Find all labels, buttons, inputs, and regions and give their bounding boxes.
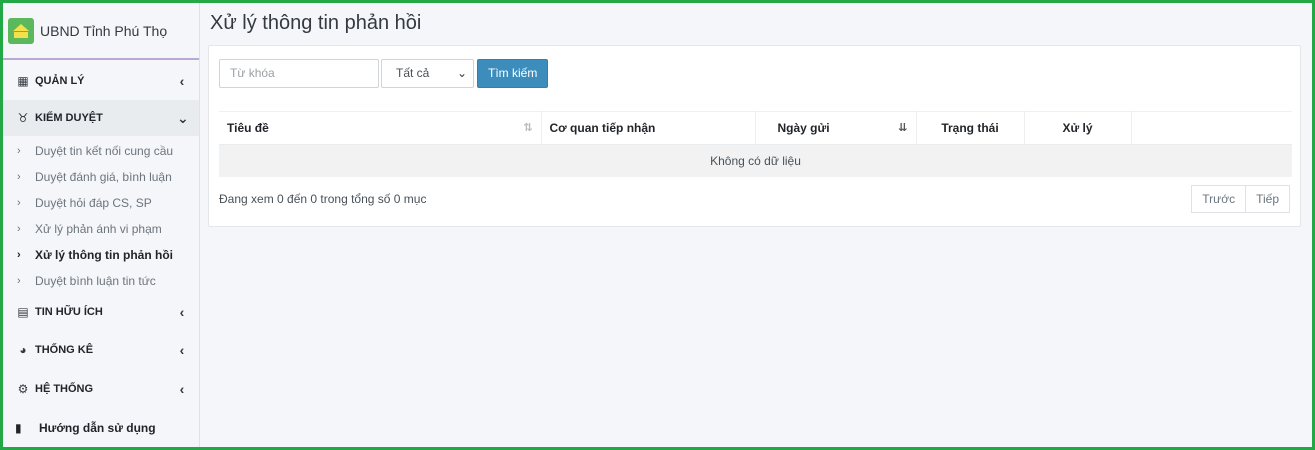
sidebar-section-thong-ke[interactable]: ◕ THỐNG KÊ ‹ [3,330,199,370]
chevron-left-icon: ‹ [179,381,185,397]
newspaper-icon: ▤ [17,305,29,319]
column-header-label: Trạng thái [941,121,999,135]
chevron-right-icon: › [17,223,21,235]
sidebar-item-xu-ly-phan-anh[interactable]: › Xử lý phản ánh vi phạm [3,216,199,242]
sidebar-section-label: HỆ THỐNG [35,383,94,395]
sidebar-section-label: QUẢN LÝ [35,75,85,87]
table-header-row: Tiêu đề ⇅ Cơ quan tiếp nhận Ngày gửi ⇊ T… [219,111,1292,145]
search-button[interactable]: Tìm kiếm [477,58,549,88]
sidebar-item-duyet-hoi-dap[interactable]: › Duyệt hỏi đáp CS, SP [3,190,199,216]
sidebar-item-duyet-binh-luan-tin-tuc[interactable]: › Duyệt bình luận tin tức [3,268,199,294]
pagination-info: Đang xem 0 đến 0 trong tổng số 0 mục [219,191,427,206]
sidebar-item-xu-ly-thong-tin-phan-hoi[interactable]: › Xử lý thông tin phản hồi [3,242,199,268]
chevron-left-icon: ‹ [179,73,185,89]
chevron-right-icon: › [17,249,21,261]
main-content: Xử lý thông tin phản hồi Tất cả ⌄ Tìm ki… [200,3,1312,447]
chevron-left-icon: ‹ [179,342,185,358]
column-header-trang-thai[interactable]: Trạng thái [916,111,1025,145]
sort-desc-icon: ⇊ [898,122,908,134]
chevron-right-icon: › [17,171,21,183]
chevron-left-icon: ‹ [179,304,185,320]
column-header-label: Xử lý [1062,121,1093,135]
sidebar: UBND Tỉnh Phú Thọ ▦ QUẢN LÝ ‹ ♉ KIỂM DUY… [3,3,200,447]
sidebar-item-label: Duyệt tin kết nối cung cầu [35,144,174,158]
sidebar-item-label: Xử lý thông tin phản hồi [35,248,174,262]
chevron-right-icon: › [17,197,21,209]
sidebar-item-label: Duyệt bình luận tin tức [35,274,156,288]
sidebar-item-label: Xử lý phản ánh vi phạm [35,222,162,236]
table-footer: Đang xem 0 đến 0 trong tổng số 0 mục Trư… [219,184,1290,213]
data-table: Tiêu đề ⇅ Cơ quan tiếp nhận Ngày gửi ⇊ T… [219,111,1292,177]
sidebar-section-label: KIỂM DUYỆT [35,112,103,124]
column-header-tieu-de[interactable]: Tiêu đề ⇅ [219,111,542,145]
book-icon: ▦ [17,74,29,88]
pagination: Trước Tiếp [1191,184,1290,213]
column-header-ngay-gui[interactable]: Ngày gửi ⇊ [755,111,917,145]
kiem-duyet-submenu: › Duyệt tin kết nối cung cầu › Duyệt đán… [3,136,199,294]
filter-bar: Tất cả ⌄ Tìm kiếm [219,58,1290,88]
sidebar-section-tin-huu-ich[interactable]: ▤ TIN HỮU ÍCH ‹ [3,294,199,330]
sidebar-item-label: Duyệt đánh giá, bình luận [35,170,172,184]
medal-icon: ♉ [17,111,29,125]
logo-icon [8,17,34,44]
keyword-input[interactable] [219,58,379,88]
sidebar-section-he-thong[interactable]: ⚙ HỆ THỐNG ‹ [3,370,199,408]
status-select-value: Tất cả [396,66,430,80]
column-header-label: Tiêu đề [227,121,269,135]
content-card: Tất cả ⌄ Tìm kiếm Tiêu đề ⇅ Cơ quan tiếp… [208,45,1301,227]
sidebar-item-help[interactable]: ▮ Hướng dẫn sử dụng [3,410,199,446]
page-title: Xử lý thông tin phản hồi [210,12,422,34]
brand-name: UBND Tỉnh Phú Thọ [40,22,168,39]
chevron-down-icon: ⌄ [456,66,467,80]
sidebar-nav: ▦ QUẢN LÝ ‹ ♉ KIỂM DUYỆT ⌄ › Duyệt tin k… [3,62,199,446]
brand[interactable]: UBND Tỉnh Phú Thọ [3,3,199,60]
next-page-button[interactable]: Tiếp [1246,184,1290,213]
column-header-co-quan[interactable]: Cơ quan tiếp nhận [541,111,756,145]
sidebar-item-duyet-tin-ket-noi[interactable]: › Duyệt tin kết nối cung cầu [3,138,199,164]
sidebar-item-label: Hướng dẫn sử dụng [39,421,156,435]
sort-icon: ⇅ [523,122,533,134]
sidebar-section-label: TIN HỮU ÍCH [35,306,103,318]
sidebar-section-kiem-duyet[interactable]: ♉ KIỂM DUYỆT ⌄ [3,100,199,136]
sidebar-section-quan-ly[interactable]: ▦ QUẢN LÝ ‹ [3,62,199,100]
sidebar-item-duyet-danh-gia[interactable]: › Duyệt đánh giá, bình luận [3,164,199,190]
gears-icon: ⚙ [17,382,29,396]
app-frame: UBND Tỉnh Phú Thọ ▦ QUẢN LÝ ‹ ♉ KIỂM DUY… [3,3,1312,447]
sidebar-item-label: Duyệt hỏi đáp CS, SP [35,196,152,210]
status-select[interactable]: Tất cả ⌄ [381,58,474,88]
table-row: Không có dữ liệu [219,144,1292,177]
chevron-right-icon: › [17,275,21,287]
prev-page-button[interactable]: Trước [1191,184,1247,213]
chevron-down-icon: ⌄ [177,109,189,126]
column-header-label: Ngày gửi [777,121,830,135]
sidebar-section-label: THỐNG KÊ [35,344,94,356]
column-header-xu-ly[interactable]: Xử lý [1024,111,1132,145]
column-header-blank [1131,111,1292,145]
chevron-right-icon: › [17,145,21,157]
empty-state: Không có dữ liệu [219,144,1292,177]
column-header-label: Cơ quan tiếp nhận [549,121,656,135]
pie-chart-icon: ◕ [19,343,27,357]
file-icon: ▮ [15,421,22,435]
